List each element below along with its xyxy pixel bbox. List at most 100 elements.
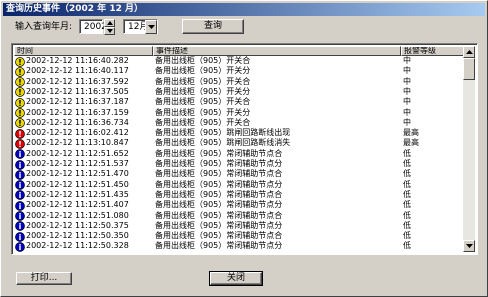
scroll-down-button[interactable] [463, 240, 475, 252]
svg-text:i: i [19, 233, 22, 242]
event-description: 备用出线柜（905）开关合 [155, 117, 251, 127]
event-time: 2002-12-12 11:12:51.435 [26, 189, 129, 199]
print-button[interactable]: 打印... [16, 272, 72, 285]
svg-text:!: ! [18, 119, 22, 128]
alarm-level: 低 [403, 200, 411, 210]
list-item[interactable]: i 2002-12-12 11:12:50.350 备用出线柜（905）常闭辅助节点… [14, 231, 465, 242]
event-description: 备用出线柜（905）常闭辅助节点合 [155, 169, 283, 179]
svg-text:!: ! [18, 68, 22, 77]
scroll-up-button[interactable] [463, 46, 475, 58]
info-icon: i [15, 149, 25, 159]
event-description: 备用出线柜（905）开关分 [155, 107, 251, 117]
list-item[interactable]: ! 2002-12-12 11:16:36.734 备用出线柜（905）开关合 中 [14, 118, 465, 128]
event-description: 备用出线柜（905）常闭辅助节点分 [155, 200, 283, 210]
event-description: 备用出线柜（905）开关合 [155, 56, 251, 65]
scroll-thumb[interactable] [463, 58, 475, 80]
alarm-level: 中 [403, 66, 411, 76]
column-header-time[interactable]: 时间 [14, 46, 153, 56]
warning-icon: ! [15, 118, 25, 128]
alarm-level: 中 [403, 76, 411, 86]
svg-text:!: ! [18, 109, 22, 118]
event-description: 备用出线柜（905）开关合 [155, 76, 251, 86]
list-item[interactable]: i 2002-12-12 11:12:50.328 备用出线柜（905）常闭辅助节点… [14, 241, 465, 252]
month-dropdown-button[interactable] [145, 20, 157, 34]
alarm-level: 中 [403, 117, 411, 127]
svg-text:i: i [19, 212, 22, 221]
list-item[interactable]: i 2002-12-12 11:12:51.537 备用出线柜（905）常闭辅助节点… [14, 159, 465, 170]
column-header-level[interactable]: 报警等级 [401, 46, 465, 56]
svg-text:i: i [19, 191, 22, 200]
svg-text:!: ! [18, 140, 22, 149]
list-item[interactable]: i 2002-12-12 11:12:51.450 备用出线柜（905）常闭辅助节点… [14, 180, 465, 190]
list-item[interactable]: ! 2002-12-12 11:13:10.847 备用出线柜（905）跳闸回路断线… [14, 138, 465, 149]
list-item[interactable]: ! 2002-12-12 11:16:40.282 备用出线柜（905）开关合 中 [14, 56, 465, 67]
year-input[interactable]: 2002 [79, 19, 107, 34]
alarm-level: 低 [403, 231, 411, 241]
event-time: 2002-12-12 11:12:51.407 [26, 200, 129, 210]
list-item[interactable]: ! 2002-12-12 11:16:37.505 备用出线柜（905）开关分 中 [14, 87, 465, 97]
event-description: 备用出线柜（905）常闭辅助节点分 [155, 179, 283, 189]
list-item[interactable]: ! 2002-12-12 11:16:02.412 备用出线柜（905）跳闸回路断线… [14, 128, 465, 139]
svg-text:!: ! [18, 78, 22, 87]
event-description: 备用出线柜（905）常闭辅助节点分 [155, 159, 283, 168]
list-item[interactable]: ! 2002-12-12 11:16:37.159 备用出线柜（905）开关分 中 [14, 108, 465, 118]
event-time: 2002-12-12 11:16:37.159 [26, 107, 129, 117]
arrow-down-icon [466, 244, 473, 248]
event-time: 2002-12-12 11:12:51.470 [26, 169, 129, 179]
warning-icon: ! [15, 108, 25, 118]
list-item[interactable]: i 2002-12-12 11:12:51.080 备用出线柜（905）常闭辅助节点… [14, 211, 465, 221]
column-header-description[interactable]: 事件描述 [153, 46, 401, 56]
warning-icon: ! [15, 87, 25, 97]
event-description: 备用出线柜（905）开关合 [155, 97, 251, 107]
list-item[interactable]: ! 2002-12-12 11:16:37.187 备用出线柜（905）开关合 中 [14, 97, 465, 108]
svg-text:!: ! [18, 130, 22, 139]
svg-text:!: ! [18, 99, 22, 108]
warning-icon: ! [15, 56, 25, 67]
event-description: 备用出线柜（905）跳闸回路断线消失 [155, 138, 291, 148]
event-time: 2002-12-12 11:12:50.328 [26, 241, 129, 251]
event-time: 2002-12-12 11:12:50.350 [26, 231, 129, 241]
svg-text:i: i [19, 202, 22, 211]
list-item[interactable]: ! 2002-12-12 11:16:40.117 备用出线柜（905）开关分 中 [14, 66, 465, 77]
spin-up-button[interactable] [104, 19, 115, 27]
warning-icon: ! [15, 77, 25, 87]
title-bar[interactable]: 查询历史事件（2002 年 12 月） [3, 3, 485, 16]
close-button[interactable]: 关闭 [209, 271, 263, 286]
spin-down-button[interactable] [104, 27, 115, 35]
alarm-level: 中 [403, 107, 411, 117]
query-button[interactable]: 查询 [182, 19, 244, 34]
info-icon: i [15, 211, 25, 221]
chevron-down-icon [148, 25, 155, 29]
alarm-level: 低 [403, 210, 411, 220]
list-item[interactable]: i 2002-12-12 11:12:51.435 备用出线柜（905）常闭辅助节点… [14, 190, 465, 200]
event-time: 2002-12-12 11:16:40.282 [26, 56, 129, 65]
event-time: 2002-12-12 11:16:36.734 [26, 117, 129, 127]
list-item[interactable]: i 2002-12-12 11:12:50.375 备用出线柜（905）常闭辅助节点… [14, 221, 465, 231]
alarm-level: 中 [403, 86, 411, 96]
event-list[interactable]: 时间 事件描述 报警等级 ! 2002-12-12 11:16:40.282 备用出… [11, 43, 478, 255]
event-time: 2002-12-12 11:16:37.505 [26, 86, 129, 96]
event-description: 备用出线柜（905）跳闸回路断线出现 [155, 128, 291, 138]
event-time: 2002-12-12 11:16:37.187 [26, 97, 129, 107]
alarm-level: 低 [403, 148, 411, 158]
error-icon: ! [15, 139, 25, 149]
alarm-level: 低 [403, 169, 411, 179]
list-item[interactable]: i 2002-12-12 11:12:51.407 备用出线柜（905）常闭辅助节点… [14, 200, 465, 211]
year-spinner[interactable] [104, 19, 115, 35]
info-icon: i [15, 242, 25, 252]
event-time: 2002-12-12 11:12:50.375 [26, 220, 129, 230]
arrow-up-icon [466, 50, 473, 54]
info-icon: i [15, 231, 25, 242]
query-label: 输入查询年月: [15, 22, 73, 32]
event-time: 2002-12-12 11:12:51.450 [26, 179, 129, 189]
list-item[interactable]: ! 2002-12-12 11:16:37.592 备用出线柜（905）开关合 中 [14, 77, 465, 87]
info-icon: i [15, 190, 25, 200]
list-item[interactable]: i 2002-12-12 11:12:51.470 备用出线柜（905）常闭辅助节点… [14, 169, 465, 180]
list-item[interactable]: i 2002-12-12 11:12:51.652 备用出线柜（905）常闭辅助节点… [14, 149, 465, 159]
arrow-down-icon [107, 29, 113, 33]
arrow-up-icon [107, 21, 113, 25]
event-time: 2002-12-12 11:12:51.652 [26, 148, 129, 158]
alarm-level: 低 [403, 220, 411, 230]
vertical-scrollbar[interactable] [463, 46, 475, 252]
alarm-level: 最高 [403, 138, 419, 148]
